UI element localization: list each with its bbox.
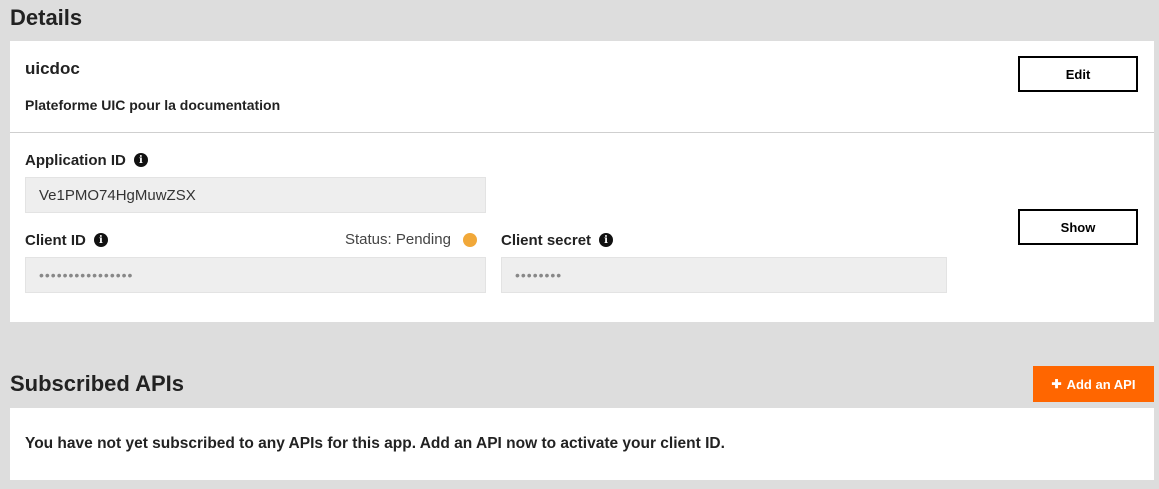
details-heading: Details (10, 5, 83, 30)
client-id-label-text: Client ID (25, 232, 86, 249)
app-name: uicdoc (25, 59, 80, 78)
client-id-label: Client ID i (25, 232, 108, 249)
add-api-label: Add an API (1066, 376, 1136, 392)
plus-icon: ✚ (1051, 377, 1062, 391)
client-id-field[interactable]: •••••••••••••••• (25, 257, 486, 293)
divider (10, 132, 1154, 133)
show-button[interactable]: Show (1018, 209, 1138, 245)
subscribed-apis-heading: Subscribed APIs (10, 371, 185, 396)
client-secret-field[interactable]: •••••••• (501, 257, 947, 293)
add-api-button[interactable]: ✚ Add an API (1033, 366, 1154, 402)
info-icon[interactable]: i (93, 233, 108, 248)
info-icon[interactable]: i (599, 233, 614, 248)
status-indicator: Status: Pending (345, 231, 477, 248)
edit-button[interactable]: Edit (1018, 56, 1138, 92)
status-pending-dot-icon (462, 232, 477, 247)
client-secret-label-text: Client secret (501, 232, 592, 249)
subscribed-apis-card: You have not yet subscribed to any APIs … (10, 408, 1154, 480)
client-secret-label: Client secret i (501, 232, 614, 249)
application-id-label-text: Application ID (25, 152, 126, 169)
application-id-label: Application ID i (25, 152, 148, 169)
empty-state-message: You have not yet subscribed to any APIs … (25, 435, 725, 452)
application-id-field[interactable]: Ve1PMO74HgMuwZSX (25, 177, 486, 213)
info-icon[interactable]: i (133, 153, 148, 168)
details-card: uicdoc Plateforme UIC pour la documentat… (10, 41, 1154, 322)
status-text: Status: Pending (345, 231, 451, 248)
app-description: Plateforme UIC pour la documentation (25, 97, 281, 113)
